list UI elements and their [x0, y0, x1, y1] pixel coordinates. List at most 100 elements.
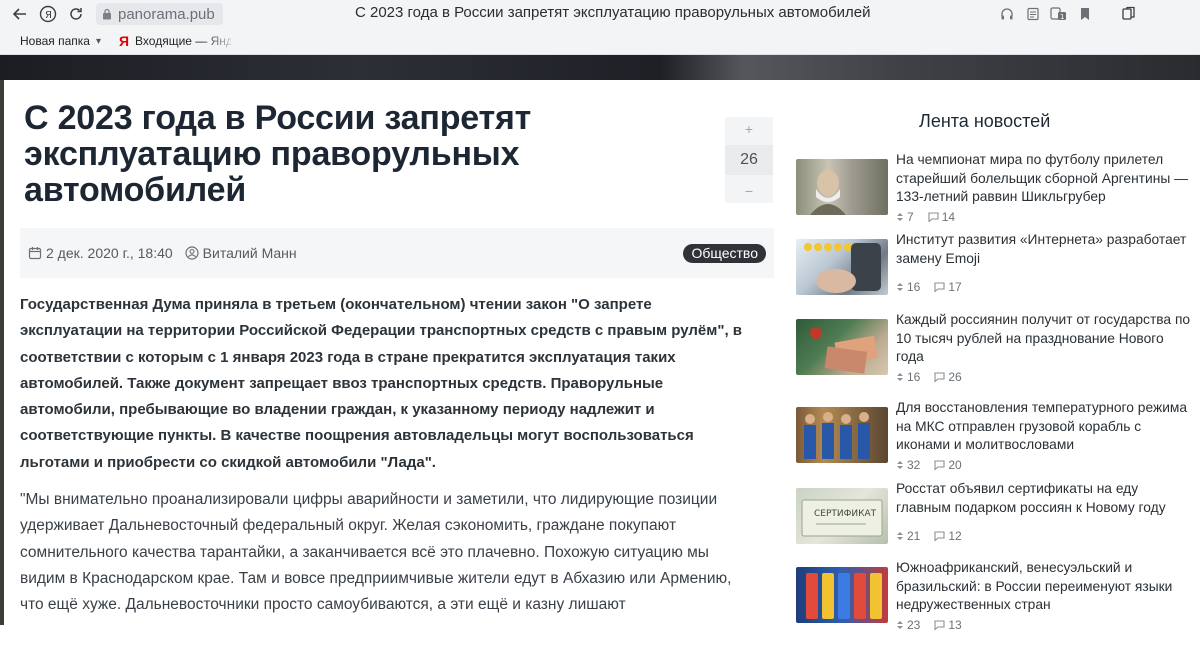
article-lead: Государственная Дума приняла в третьем (…: [20, 296, 743, 471]
news-rating: 16: [896, 370, 920, 384]
news-title[interactable]: На чемпионат мира по футболу прилетел ст…: [896, 151, 1191, 207]
news-rating-value: 23: [907, 618, 921, 632]
news-thumbnail[interactable]: [796, 407, 888, 463]
news-item[interactable]: Институт развития «Интернета» разработае…: [796, 232, 1196, 319]
news-title[interactable]: Росстат объявил сертификаты на еду главн…: [896, 480, 1191, 517]
news-rating: 23: [896, 618, 920, 632]
bookmarks-bar: Новая папка ▾ Я Входящие — Яндекс: [0, 28, 1200, 55]
news-rating: 7: [896, 210, 914, 224]
news-comments-value: 26: [948, 370, 962, 384]
reload-icon[interactable]: [62, 0, 90, 28]
news-comments-value: 17: [948, 280, 962, 294]
collections-icon[interactable]: [1116, 0, 1142, 28]
vote-widget: + 26 −: [725, 117, 773, 203]
up-down-icon: [897, 213, 903, 221]
back-icon[interactable]: [6, 0, 34, 28]
news-item[interactable]: Каждый россиянин получит от государства …: [796, 312, 1196, 399]
browser-page-title: С 2023 года в России запретят эксплуатац…: [355, 4, 871, 21]
news-stats: 21 12: [896, 529, 962, 543]
bookmark-folder[interactable]: Новая папка ▾: [20, 34, 101, 48]
news-title[interactable]: Институт развития «Интернета» разработае…: [896, 231, 1191, 268]
bookmark-folder-label: Новая папка: [20, 34, 90, 48]
news-title[interactable]: Южноафриканский, венесуэльский и бразиль…: [896, 559, 1191, 615]
news-thumbnail[interactable]: [796, 567, 888, 623]
url-text: panorama.pub: [118, 5, 215, 23]
news-feed-heading: Лента новостей: [919, 111, 1051, 131]
up-down-icon: [897, 373, 903, 381]
comment-icon: [934, 372, 945, 382]
news-stats: 32 20: [896, 458, 962, 472]
article-meta: 2 дек. 2020 г., 18:40 Виталий Манн Общес…: [20, 228, 774, 278]
news-stats: 23 13: [896, 618, 962, 632]
reader-mode-icon[interactable]: [1020, 0, 1046, 28]
news-item[interactable]: Южноафриканский, венесуэльский и бразиль…: [796, 560, 1196, 647]
news-item[interactable]: Для восстановления температурного режима…: [796, 400, 1196, 487]
browser-toolbar: Я panorama.pub С 2023 года в России запр…: [0, 0, 1200, 28]
upvote-button[interactable]: +: [745, 121, 753, 137]
news-comments: 13: [934, 618, 962, 632]
news-comments: 17: [934, 280, 962, 294]
bookmark-inbox[interactable]: Я Входящие — Яндекс: [119, 33, 231, 49]
extension-counter-icon[interactable]: 1: [1046, 0, 1072, 28]
news-rating: 16: [896, 280, 920, 294]
news-rating-value: 21: [907, 529, 921, 543]
category-tag[interactable]: Общество: [683, 244, 766, 263]
article-title: С 2023 года в России запретят эксплуатац…: [24, 99, 532, 209]
news-title[interactable]: Каждый россиянин получит от государства …: [896, 311, 1191, 367]
news-rating-value: 7: [907, 210, 914, 224]
news-thumbnail[interactable]: [796, 319, 888, 375]
svg-text:СЕРТИФИКАТ: СЕРТИФИКАТ: [814, 509, 877, 519]
yandex-icon[interactable]: Я: [34, 0, 62, 28]
up-down-icon: [897, 532, 903, 540]
comment-icon: [934, 460, 945, 470]
article-paragraph: "Мы внимательно проанализировали цифры а…: [20, 491, 732, 614]
news-thumbnail[interactable]: СЕРТИФИКАТ: [796, 488, 888, 544]
news-comments-value: 13: [948, 618, 962, 632]
bookmark-icon[interactable]: [1072, 0, 1098, 28]
comment-icon: [934, 620, 945, 630]
news-item[interactable]: СЕРТИФИКАТ Росстат объявил сертификаты н…: [796, 481, 1196, 568]
up-down-icon: [897, 283, 903, 291]
svg-text:Я: Я: [45, 10, 52, 21]
article-date: 2 дек. 2020 г., 18:40: [28, 245, 173, 261]
address-bar[interactable]: panorama.pub: [96, 3, 223, 25]
article-author[interactable]: Виталий Манн: [185, 245, 297, 261]
news-comments: 20: [934, 458, 962, 472]
news-rating: 32: [896, 458, 920, 472]
up-down-icon: [897, 461, 903, 469]
user-icon: [185, 246, 199, 260]
downvote-button[interactable]: −: [745, 183, 753, 199]
left-edge-strip: [0, 80, 4, 625]
lock-icon: [102, 8, 112, 20]
news-rating-value: 16: [907, 280, 921, 294]
news-thumbnail[interactable]: [796, 239, 888, 295]
chevron-down-icon: ▾: [95, 35, 101, 47]
yandex-logo-icon: Я: [118, 33, 130, 49]
news-rating: 21: [896, 529, 920, 543]
news-rating-value: 32: [907, 458, 921, 472]
headphones-icon[interactable]: [994, 0, 1020, 28]
bookmark-inbox-label: Входящие — Яндекс: [135, 34, 232, 48]
news-title[interactable]: Для восстановления температурного режима…: [896, 399, 1191, 455]
news-item[interactable]: На чемпионат мира по футболу прилетел ст…: [796, 152, 1196, 239]
news-comments: 12: [934, 529, 962, 543]
news-stats: 16 26: [896, 370, 962, 384]
comment-icon: [934, 282, 945, 292]
news-rating-value: 16: [907, 370, 921, 384]
comment-icon: [934, 531, 945, 541]
news-comments: 26: [934, 370, 962, 384]
news-thumbnail[interactable]: [796, 159, 888, 215]
news-comments-value: 20: [948, 458, 962, 472]
news-stats: 16 17: [896, 280, 962, 294]
article-date-text: 2 дек. 2020 г., 18:40: [46, 245, 173, 261]
news-comments-value: 12: [948, 529, 962, 543]
news-comments: 14: [928, 210, 955, 224]
article-author-name: Виталий Манн: [202, 245, 297, 261]
calendar-icon: [28, 247, 42, 260]
news-comments-value: 14: [941, 210, 956, 224]
up-down-icon: [897, 621, 903, 629]
comment-icon: [928, 212, 939, 222]
rating-count: 26: [725, 145, 773, 175]
news-stats: 7 14: [896, 210, 955, 224]
svg-text:1: 1: [1060, 13, 1064, 21]
